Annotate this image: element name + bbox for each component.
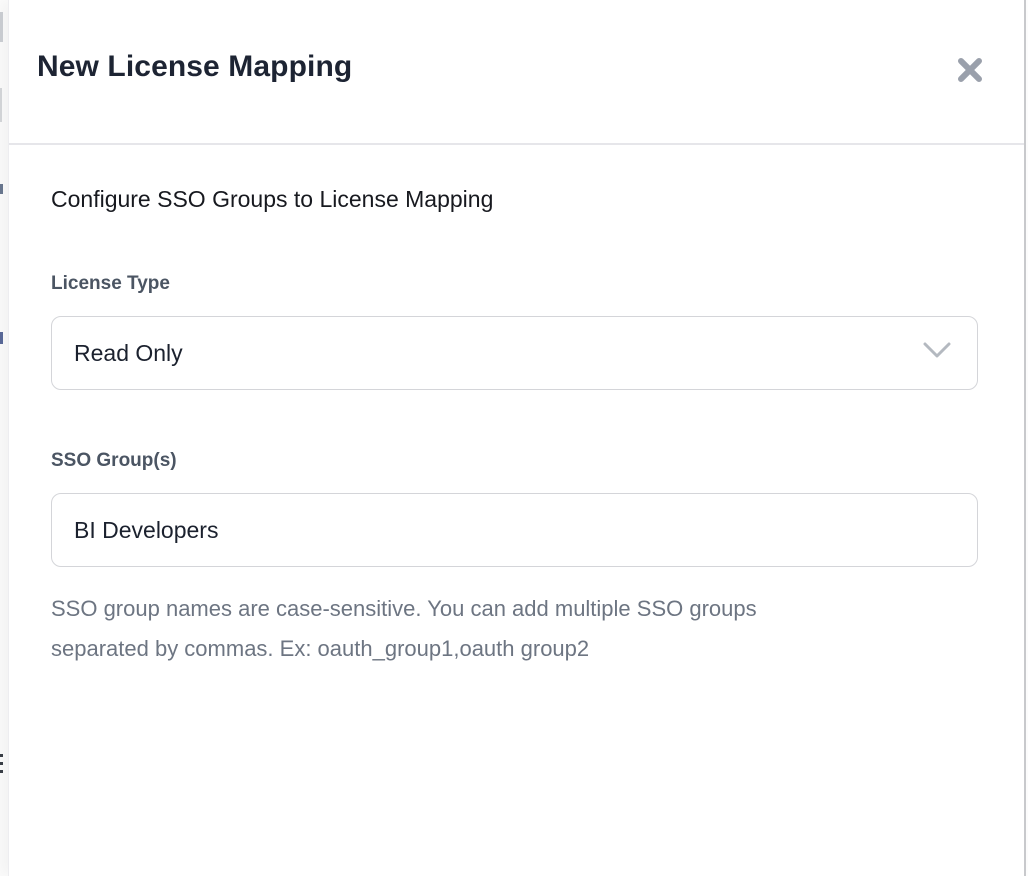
modal-body: Configure SSO Groups to License Mapping … (9, 186, 1026, 669)
new-license-mapping-modal: New License Mapping Configure SSO Groups… (8, 0, 1026, 876)
sso-groups-label: SSO Group(s) (51, 450, 978, 472)
chevron-down-icon (923, 342, 951, 364)
window-right-edge (1024, 0, 1026, 876)
close-button[interactable] (950, 50, 990, 90)
sso-groups-helper-text: SSO group names are case-sensitive. You … (51, 589, 978, 669)
screen: New License Mapping Configure SSO Groups… (0, 0, 1028, 876)
background-fragment (0, 88, 2, 122)
background-fragment (0, 184, 3, 194)
license-type-selected-value: Read Only (74, 340, 183, 367)
background-list-icon-fragment (0, 770, 3, 773)
background-fragment (0, 12, 3, 42)
sso-groups-input[interactable] (51, 493, 978, 567)
background-page-sliver (0, 0, 8, 876)
modal-title: New License Mapping (37, 50, 352, 84)
background-fragment (0, 332, 3, 344)
background-list-icon-fragment (0, 762, 3, 765)
modal-subtitle: Configure SSO Groups to License Mapping (51, 186, 978, 213)
modal-header: New License Mapping (9, 0, 1026, 145)
license-type-select[interactable]: Read Only (51, 316, 978, 390)
helper-line: separated by commas. Ex: oauth_group1,oa… (51, 629, 978, 669)
background-list-icon-fragment (0, 754, 3, 757)
license-type-label: License Type (51, 273, 978, 295)
close-icon (955, 55, 985, 85)
helper-line: SSO group names are case-sensitive. You … (51, 589, 978, 629)
